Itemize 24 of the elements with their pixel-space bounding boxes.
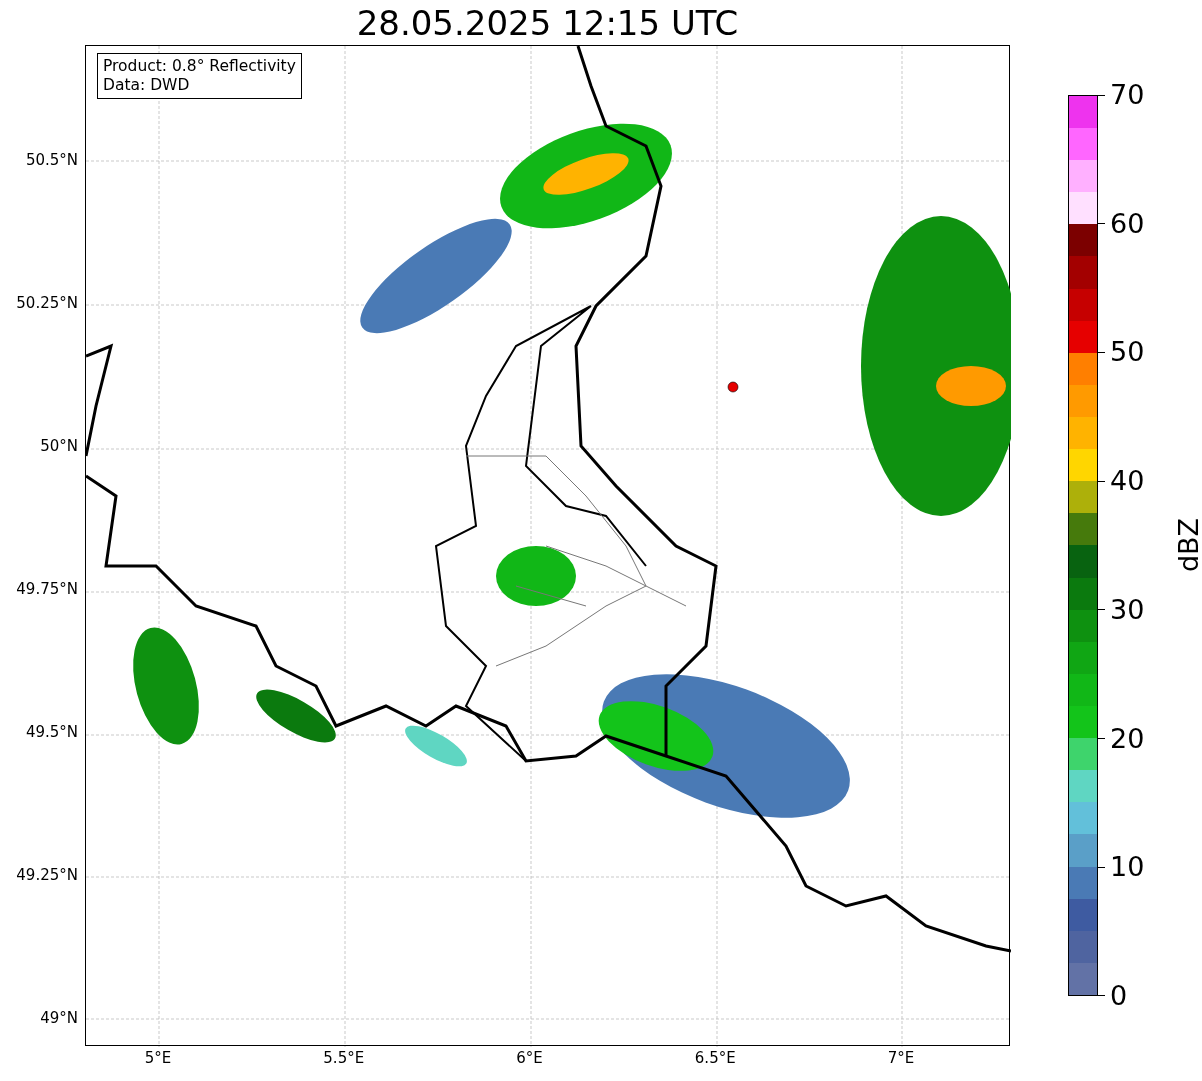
colorbar-tick-label: 50: [1110, 337, 1145, 368]
x-tick-label: 5°E: [144, 1049, 172, 1067]
colorbar-label: dBZ: [1174, 517, 1202, 573]
colorbar-tick-label: 0: [1110, 980, 1128, 1011]
info-text: Data: DWD: [103, 76, 191, 95]
y-tick-label: 49.75°N: [16, 580, 78, 598]
chart-title: 28.05.2025 12:15 UTC: [355, 3, 740, 43]
x-tick-label: 6.5°E: [694, 1049, 736, 1067]
colorbar-tick-label: 70: [1110, 80, 1145, 110]
colorbar-tick-label: 30: [1110, 594, 1145, 625]
x-tick-label: 7°E: [887, 1049, 915, 1067]
y-tick-label: 49.25°N: [16, 866, 78, 884]
x-tick-label: 5.5°E: [323, 1049, 365, 1067]
y-tick-label: 49°N: [40, 1009, 78, 1027]
colorbar-tick-label: 20: [1110, 723, 1145, 754]
x-tick-label: 6°E: [516, 1049, 543, 1067]
info-text: Product: 0.8° Reflectivity: [103, 57, 296, 76]
y-tick-label: 50.5°N: [25, 151, 78, 169]
colorbar-tick-label: 10: [1110, 852, 1145, 883]
y-tick-label: 50.25°N: [16, 294, 78, 312]
y-tick-label: 49.5°N: [25, 723, 78, 741]
colorbar-tick-label: 60: [1110, 208, 1145, 239]
colorbar-tick-label: 40: [1110, 466, 1145, 497]
y-tick-label: 50°N: [40, 437, 78, 455]
